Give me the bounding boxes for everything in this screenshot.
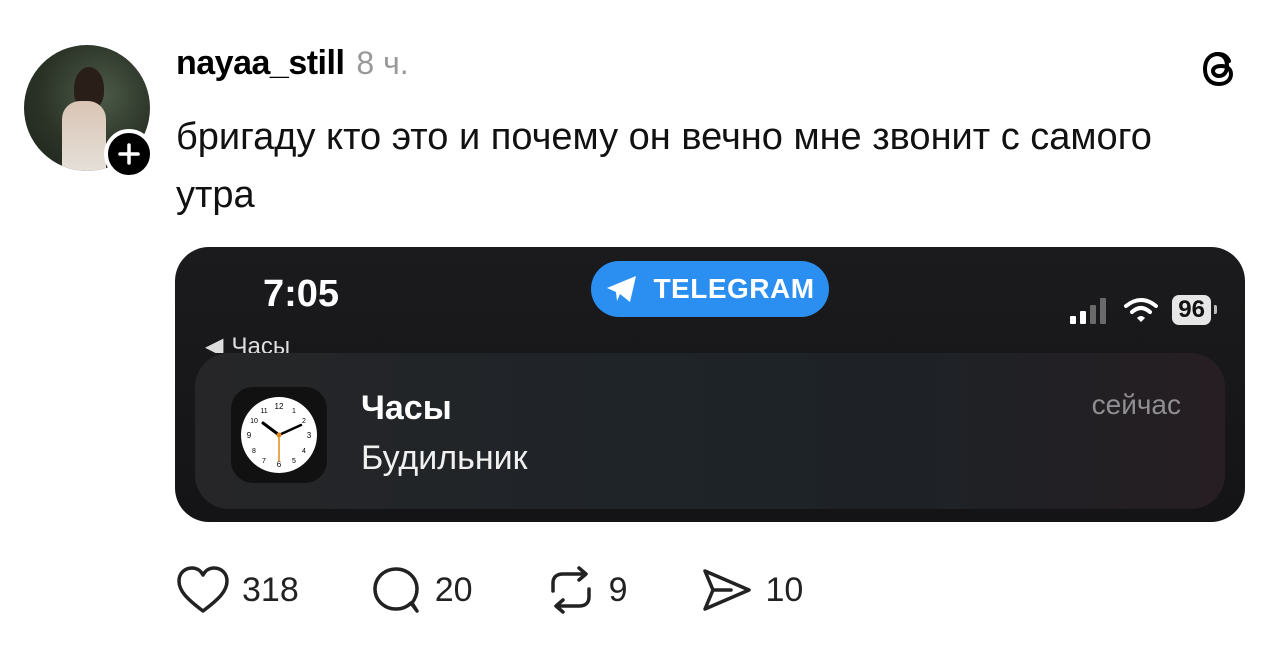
action-bar: 318 20 9 10: [176, 565, 803, 615]
back-label: Часы: [231, 333, 291, 353]
notification-app: Часы: [361, 389, 452, 427]
share-count: 10: [765, 570, 804, 609]
post-text: бригаду кто это и почему он вечно мне зв…: [176, 116, 1152, 216]
svg-text:11: 11: [260, 408, 267, 415]
plus-icon: [118, 143, 140, 165]
status-time: 7:05: [263, 273, 340, 315]
battery-level: 96: [1172, 295, 1217, 325]
post-header: nayaa_still 8 ч.: [176, 44, 409, 88]
svg-text:7: 7: [262, 458, 266, 465]
threads-logo-icon[interactable]: [1196, 44, 1244, 92]
svg-text:8: 8: [252, 448, 256, 455]
telegram-icon: [607, 276, 637, 302]
notification-banner: 12 3 6 9 11 1 10 2 8 4 7 5 Часы Будильни…: [195, 353, 1225, 509]
clock-app-icon: 12 3 6 9 11 1 10 2 8 4 7 5: [231, 387, 327, 483]
reply-count: 20: [434, 570, 473, 609]
svg-text:2: 2: [302, 418, 306, 425]
share-icon: [703, 569, 752, 611]
comment-icon: [372, 567, 419, 613]
repost-icon: [550, 566, 591, 614]
svg-text:3: 3: [307, 431, 312, 440]
reply-button[interactable]: 20: [371, 565, 473, 615]
back-to-app: ◀ Часы: [205, 331, 290, 353]
share-button[interactable]: 10: [699, 565, 803, 615]
like-button[interactable]: 318: [176, 565, 299, 615]
heart-icon: [177, 566, 229, 613]
embedded-screenshot[interactable]: 7:05 TELEGRAM 96 ◀ Часы 12 3 6 9 11 1 10…: [175, 247, 1245, 522]
username[interactable]: nayaa_still: [176, 44, 345, 83]
svg-text:12: 12: [275, 402, 284, 411]
repost-count: 9: [608, 570, 628, 609]
repost-button[interactable]: 9: [545, 565, 628, 615]
svg-text:1: 1: [292, 408, 296, 415]
telegram-pill: TELEGRAM: [591, 261, 829, 317]
svg-text:9: 9: [247, 431, 252, 440]
svg-text:4: 4: [302, 448, 306, 455]
post-time: 8 ч.: [356, 45, 409, 81]
svg-text:10: 10: [250, 418, 258, 425]
status-icons: 96: [1070, 295, 1217, 325]
follow-button[interactable]: [104, 129, 154, 179]
svg-text:5: 5: [292, 458, 296, 465]
telegram-label: TELEGRAM: [653, 273, 815, 304]
back-arrow-icon: ◀: [205, 333, 224, 353]
notification-message: Будильник: [361, 439, 528, 477]
signal-icon: [1070, 298, 1107, 324]
avatar-figure: [62, 101, 106, 171]
notification-time: сейчас: [1091, 389, 1181, 420]
like-count: 318: [242, 570, 299, 609]
wifi-icon: [1124, 298, 1159, 322]
